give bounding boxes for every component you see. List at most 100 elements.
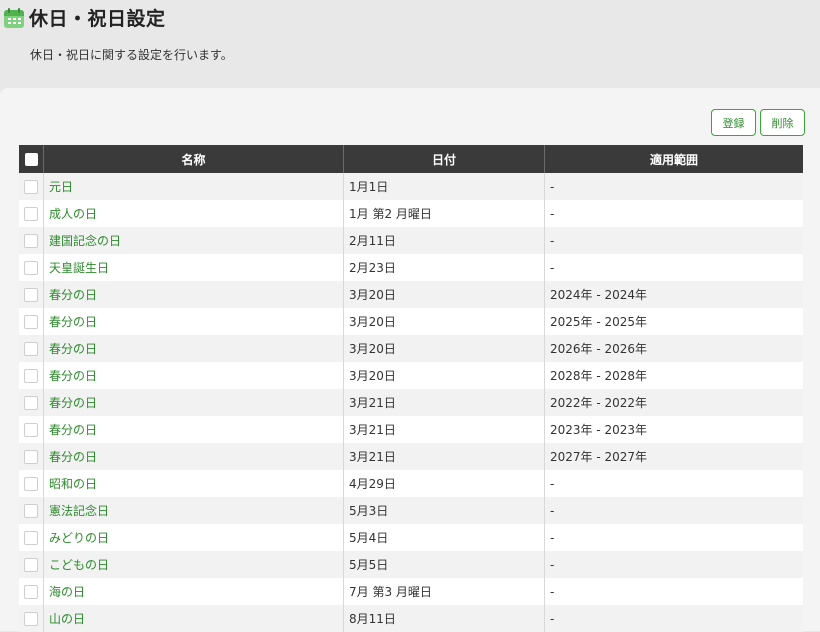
range-cell: 2024年 - 2024年 — [544, 281, 803, 308]
name-cell: 建国記念の日 — [43, 227, 344, 254]
range-cell: - — [544, 605, 803, 632]
row-checkbox[interactable] — [24, 179, 38, 194]
row-checkbox[interactable] — [24, 395, 38, 410]
row-checkbox[interactable] — [24, 341, 38, 356]
row-checkbox[interactable] — [24, 476, 38, 491]
table-row: こどもの日 5月5日 - — [19, 551, 803, 578]
row-checkbox[interactable] — [24, 260, 38, 275]
name-cell: 元日 — [43, 173, 344, 200]
calendar-icon — [3, 7, 25, 29]
table-row: 元日 1月1日 - — [19, 173, 803, 200]
row-checkbox[interactable] — [24, 233, 38, 248]
table-row: 春分の日 3月21日 2022年 - 2022年 — [19, 389, 803, 416]
range-cell: - — [544, 227, 803, 254]
row-checkbox[interactable] — [24, 530, 38, 545]
name-cell: 海の日 — [43, 578, 344, 605]
range-cell: 2026年 - 2026年 — [544, 335, 803, 362]
range-cell: - — [544, 551, 803, 578]
date-cell: 5月5日 — [343, 551, 545, 578]
name-cell: みどりの日 — [43, 524, 344, 551]
date-cell: 1月 第2 月曜日 — [343, 200, 545, 227]
row-checkbox[interactable] — [24, 611, 38, 626]
row-checkbox-cell — [19, 308, 44, 335]
holiday-name-link[interactable]: 春分の日 — [49, 342, 97, 356]
date-cell: 3月21日 — [343, 416, 545, 443]
table-row: 春分の日 3月21日 2027年 - 2027年 — [19, 443, 803, 470]
row-checkbox[interactable] — [24, 503, 38, 518]
row-checkbox-cell — [19, 362, 44, 389]
holiday-name-link[interactable]: 春分の日 — [49, 369, 97, 383]
row-checkbox[interactable] — [24, 368, 38, 383]
page-header: 休日・祝日設定 休日・祝日に関する設定を行います。 — [0, 0, 820, 88]
row-checkbox[interactable] — [24, 422, 38, 437]
range-cell: - — [544, 470, 803, 497]
date-cell: 5月4日 — [343, 524, 545, 551]
register-button[interactable]: 登録 — [711, 109, 756, 136]
row-checkbox-cell — [19, 605, 44, 632]
holiday-name-link[interactable]: 春分の日 — [49, 423, 97, 437]
row-checkbox-cell — [19, 551, 44, 578]
date-cell: 2月23日 — [343, 254, 545, 281]
date-cell: 2月11日 — [343, 227, 545, 254]
select-all-cell — [19, 145, 44, 173]
table-row: 海の日 7月 第3 月曜日 - — [19, 578, 803, 605]
table-row: 成人の日 1月 第2 月曜日 - — [19, 200, 803, 227]
row-checkbox[interactable] — [24, 206, 38, 221]
name-cell: 春分の日 — [43, 416, 344, 443]
table-row: 憲法記念日 5月3日 - — [19, 497, 803, 524]
holiday-name-link[interactable]: 天皇誕生日 — [49, 261, 109, 275]
date-cell: 4月29日 — [343, 470, 545, 497]
range-cell: 2027年 - 2027年 — [544, 443, 803, 470]
row-checkbox[interactable] — [24, 287, 38, 302]
column-header-date[interactable]: 日付 — [343, 145, 545, 173]
row-checkbox-cell — [19, 497, 44, 524]
row-checkbox-cell — [19, 281, 44, 308]
table-row: 山の日 8月11日 - — [19, 605, 803, 632]
range-cell: - — [544, 524, 803, 551]
row-checkbox[interactable] — [24, 449, 38, 464]
holiday-name-link[interactable]: 春分の日 — [49, 315, 97, 329]
name-cell: 天皇誕生日 — [43, 254, 344, 281]
holiday-name-link[interactable]: 元日 — [49, 180, 73, 194]
page-title: 休日・祝日設定 — [29, 8, 166, 30]
page-description: 休日・祝日に関する設定を行います。 — [30, 48, 233, 62]
content-panel: 登録 削除 名称 日付 適用範囲 元日 1月1日 - 成人の日 1月 第2 月曜日 - 建国… — [0, 88, 820, 632]
name-cell: 春分の日 — [43, 389, 344, 416]
range-cell: - — [544, 578, 803, 605]
delete-button[interactable]: 削除 — [760, 109, 805, 136]
table-row: 春分の日 3月20日 2024年 - 2024年 — [19, 281, 803, 308]
row-checkbox-cell — [19, 227, 44, 254]
select-all-checkbox[interactable] — [24, 153, 38, 166]
name-cell: 昭和の日 — [43, 470, 344, 497]
holiday-name-link[interactable]: 春分の日 — [49, 288, 97, 302]
range-cell: 2025年 - 2025年 — [544, 308, 803, 335]
holiday-name-link[interactable]: こどもの日 — [49, 558, 109, 572]
table-body: 元日 1月1日 - 成人の日 1月 第2 月曜日 - 建国記念の日 2月11日 - 天皇誕生日 2月… — [19, 173, 803, 632]
name-cell: 憲法記念日 — [43, 497, 344, 524]
table-row: みどりの日 5月4日 - — [19, 524, 803, 551]
range-cell: 2028年 - 2028年 — [544, 362, 803, 389]
row-checkbox[interactable] — [24, 557, 38, 572]
table-row: 昭和の日 4月29日 - — [19, 470, 803, 497]
holiday-name-link[interactable]: 憲法記念日 — [49, 504, 109, 518]
holiday-name-link[interactable]: 春分の日 — [49, 396, 97, 410]
name-cell: 春分の日 — [43, 362, 344, 389]
holiday-name-link[interactable]: 昭和の日 — [49, 477, 97, 491]
holiday-name-link[interactable]: 建国記念の日 — [49, 234, 121, 248]
holiday-name-link[interactable]: 成人の日 — [49, 207, 97, 221]
holiday-name-link[interactable]: 山の日 — [49, 612, 85, 626]
date-cell: 3月21日 — [343, 443, 545, 470]
date-cell: 3月20日 — [343, 362, 545, 389]
column-header-name[interactable]: 名称 — [43, 145, 344, 173]
holiday-name-link[interactable]: みどりの日 — [49, 531, 109, 545]
holiday-name-link[interactable]: 春分の日 — [49, 450, 97, 464]
holiday-name-link[interactable]: 海の日 — [49, 585, 85, 599]
row-checkbox-cell — [19, 524, 44, 551]
date-cell: 7月 第3 月曜日 — [343, 578, 545, 605]
row-checkbox-cell — [19, 335, 44, 362]
date-cell: 3月20日 — [343, 308, 545, 335]
column-header-range[interactable]: 適用範囲 — [544, 145, 803, 173]
date-cell: 3月20日 — [343, 335, 545, 362]
row-checkbox[interactable] — [24, 314, 38, 329]
row-checkbox[interactable] — [24, 584, 38, 599]
